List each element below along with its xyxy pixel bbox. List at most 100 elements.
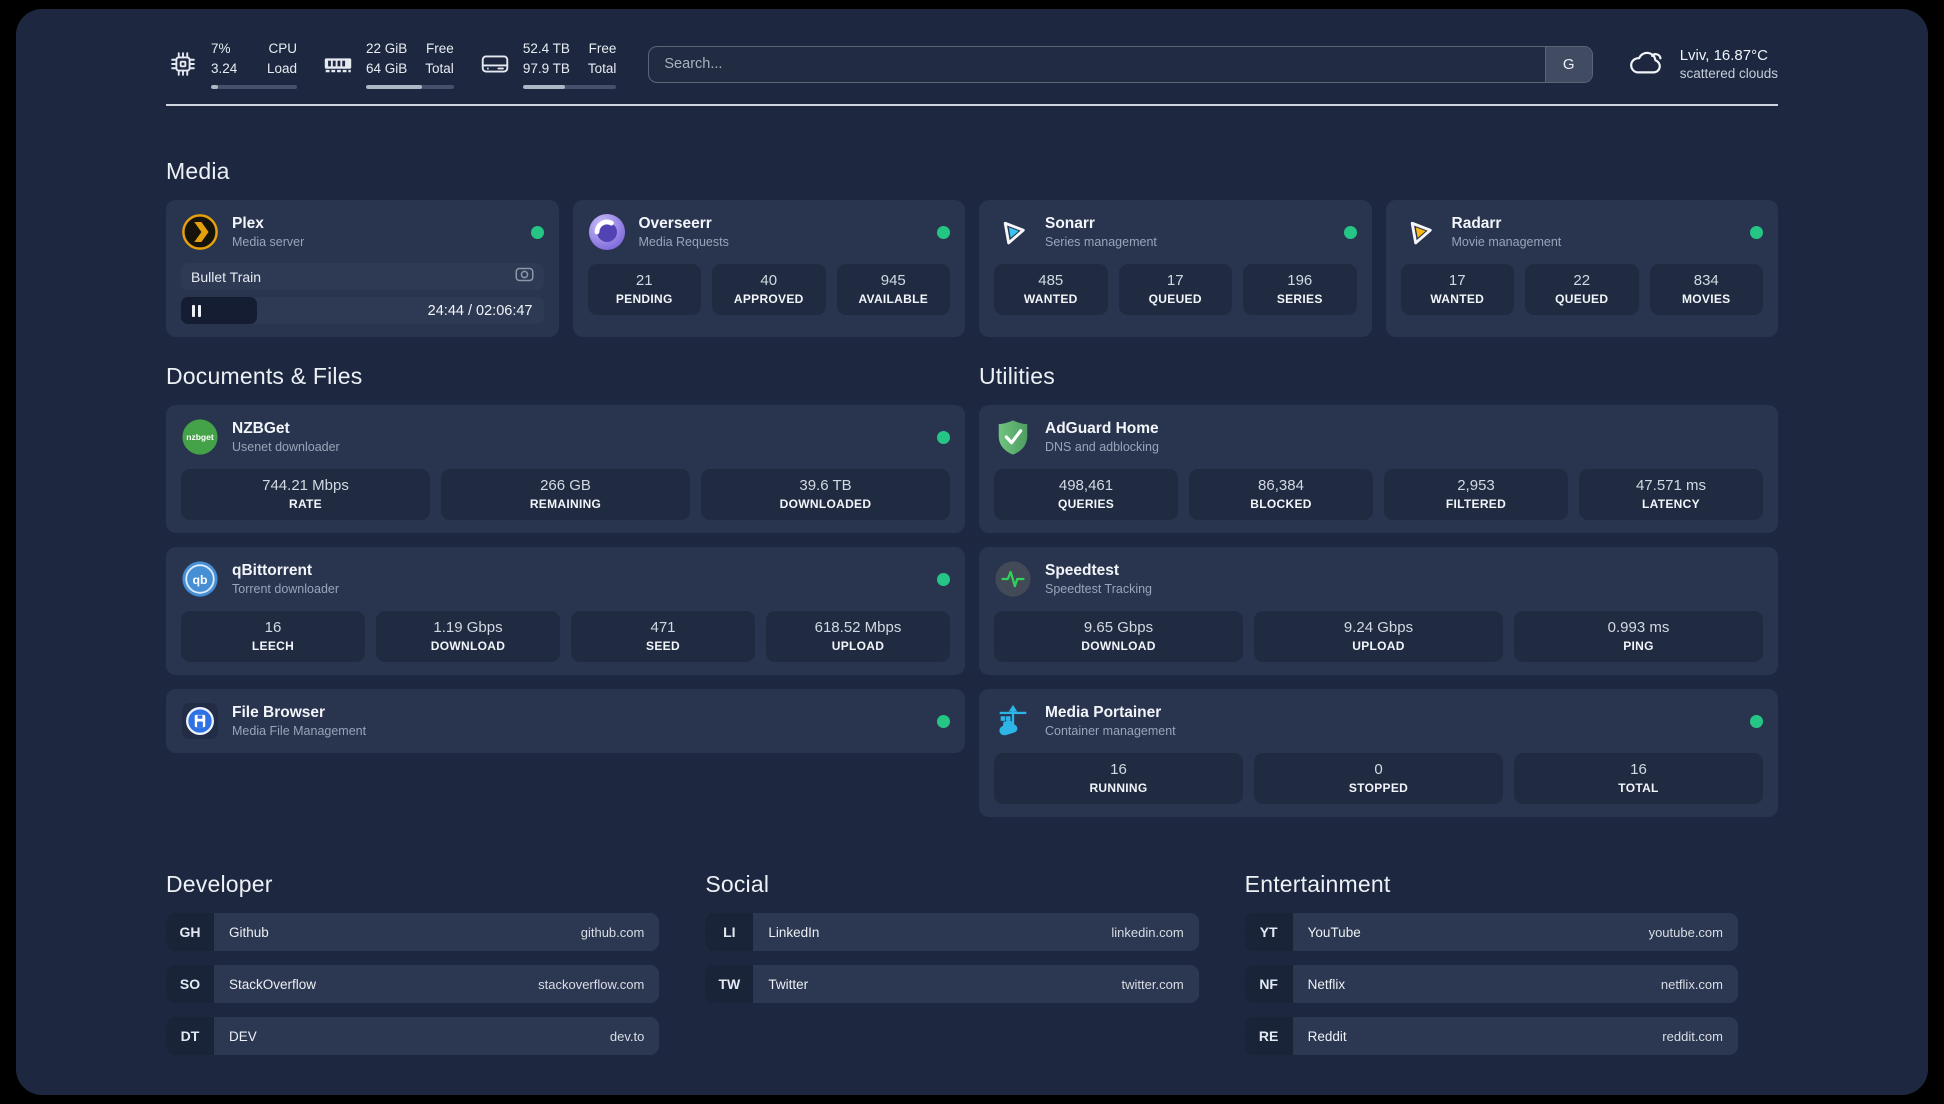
stat-value: 9.24 Gbps <box>1343 619 1414 636</box>
link-name: StackOverflow <box>229 976 317 992</box>
app-card-adguard[interactable]: AdGuard Home DNS and adblocking 498,461 … <box>979 405 1778 533</box>
topbar: 7% 3.24 CPU Load 22 GiB 64 GiB Free Tota… <box>166 39 1778 89</box>
filebrowser-icon <box>181 702 219 740</box>
app-card-radarr[interactable]: Radarr Movie management 17 WANTED 22 QUE… <box>1385 200 1778 337</box>
app-title: Speedtest <box>1045 562 1120 579</box>
link-reddit[interactable]: RE Reddit reddit.com <box>1244 1017 1738 1055</box>
stat-box: 196 SERIES <box>1243 264 1357 315</box>
link-stackoverflow[interactable]: SO StackOverflow stackoverflow.com <box>166 965 660 1003</box>
stat-box: 17 QUEUED <box>1118 264 1232 315</box>
stat-value: 744.21 Mbps <box>262 477 349 494</box>
memory-free-value: 22 GiB <box>366 41 408 56</box>
system-metrics: 7% 3.24 CPU Load 22 GiB 64 GiB Free Tota… <box>166 39 617 89</box>
stat-label: MOVIES <box>1682 292 1731 306</box>
sonarr-icon <box>994 213 1032 251</box>
link-netflix[interactable]: NF Netflix netflix.com <box>1244 965 1738 1003</box>
search-engine-button[interactable]: G <box>1544 46 1592 82</box>
app-card-qbittorrent[interactable]: qb qBittorrent Torrent downloader 16 LEE… <box>166 547 965 675</box>
stat-value: 196 <box>1287 272 1313 289</box>
status-dot <box>1343 225 1357 239</box>
app-card-speedtest[interactable]: Speedtest Speedtest Tracking 9.65 Gbps D… <box>979 547 1778 675</box>
stat-label: QUEUED <box>1148 292 1202 306</box>
stat-label: REMAINING <box>529 497 602 511</box>
section-title-developer: Developer <box>166 871 273 897</box>
disk-icon <box>478 47 512 81</box>
stat-value: 86,384 <box>1258 477 1304 494</box>
link-url: youtube.com <box>1648 924 1723 940</box>
stat-label: UPLOAD <box>1352 639 1405 653</box>
stat-box: 834 MOVIES <box>1649 264 1763 315</box>
stat-label: AVAILABLE <box>858 292 929 306</box>
memory-progressbar <box>366 84 454 89</box>
stat-label: DOWNLOAD <box>1081 639 1156 653</box>
memory-icon <box>321 47 355 81</box>
link-twitter[interactable]: TW Twitter twitter.com <box>705 965 1199 1003</box>
stat-label: QUERIES <box>1057 497 1115 511</box>
cpu-icon <box>166 47 200 81</box>
stat-label: PING <box>1623 639 1654 653</box>
stat-value: 2,953 <box>1457 477 1495 494</box>
app-card-sonarr[interactable]: Sonarr Series management 485 WANTED 17 Q… <box>979 200 1372 337</box>
pause-button[interactable] <box>192 304 201 317</box>
stat-label: DOWNLOAD <box>430 639 506 653</box>
app-card-overseerr[interactable]: Overseerr Media Requests 21 PENDING 40 A… <box>572 200 965 337</box>
stat-box: 0 STOPPED <box>1254 753 1503 804</box>
app-subtitle: Series management <box>1045 235 1157 249</box>
section-title-entertainment: Entertainment <box>1244 871 1391 897</box>
status-dot <box>937 714 950 728</box>
link-tag: NF <box>1244 965 1293 1003</box>
app-card-plex[interactable]: Plex Media server Bullet Train 24:44 / 0… <box>166 200 559 337</box>
radarr-icon <box>1401 213 1439 251</box>
stat-value: 1.19 Gbps <box>433 619 503 636</box>
app-card-nzbget[interactable]: nzbget NZBGet Usenet downloader 744.21 M… <box>166 405 965 533</box>
playback-time: 24:44 / 02:06:47 <box>427 302 533 319</box>
link-url: github.com <box>580 924 645 940</box>
stat-label: BLOCKED <box>1250 497 1312 511</box>
playback-progressbar[interactable]: 24:44 / 02:06:47 <box>181 297 544 324</box>
stat-value: 834 <box>1693 272 1719 289</box>
stat-box: 21 PENDING <box>587 264 701 315</box>
disk-progressbar <box>522 84 617 89</box>
search-input[interactable] <box>649 46 1545 82</box>
stat-value: 9.65 Gbps <box>1083 619 1154 636</box>
link-url: linkedin.com <box>1111 924 1184 940</box>
stat-box: 498,461 QUERIES <box>994 469 1178 520</box>
cpu-load-value: 3.24 <box>211 61 238 77</box>
link-tag: SO <box>166 965 214 1003</box>
app-card-portainer[interactable]: Media Portainer Container management 16 … <box>979 689 1778 817</box>
app-card-filebrowser[interactable]: File Browser Media File Management <box>166 689 965 753</box>
stat-label: RUNNING <box>1089 781 1148 795</box>
stat-box: 9.65 Gbps DOWNLOAD <box>994 611 1243 662</box>
link-linkedin[interactable]: LI LinkedIn linkedin.com <box>705 913 1199 951</box>
topbar-divider <box>166 104 1778 106</box>
portainer-icon <box>994 702 1032 740</box>
app-subtitle: Torrent downloader <box>232 582 340 596</box>
link-github[interactable]: GH Github github.com <box>166 913 660 951</box>
weather-widget: Lviv, 16.87°C scattered clouds <box>1625 45 1778 84</box>
section-title-media: Media <box>166 158 230 184</box>
cpu-progressbar <box>211 84 297 89</box>
stat-box: 1.19 Gbps DOWNLOAD <box>376 611 560 662</box>
stat-box: 16 RUNNING <box>994 753 1243 804</box>
stat-value: 266 GB <box>540 477 591 494</box>
link-url: netflix.com <box>1660 976 1723 992</box>
stat-box: 2,953 FILTERED <box>1384 469 1568 520</box>
link-name: YouTube <box>1307 924 1361 940</box>
stat-box: 471 SEED <box>571 611 755 662</box>
stat-label: LATENCY <box>1642 497 1700 511</box>
app-subtitle: Media server <box>232 235 305 249</box>
app-title: Radarr <box>1451 215 1502 232</box>
stat-label: FILTERED <box>1445 497 1507 511</box>
link-name: LinkedIn <box>768 924 820 940</box>
stat-value: 22 <box>1573 272 1591 289</box>
section-title-social: Social <box>705 871 770 897</box>
stat-label: RATE <box>289 497 322 511</box>
stat-value: 485 <box>1038 272 1064 289</box>
stat-value: 471 <box>650 619 676 636</box>
plex-icon <box>181 213 219 251</box>
link-youtube[interactable]: YT YouTube youtube.com <box>1244 913 1738 951</box>
link-tag: YT <box>1244 913 1293 951</box>
link-dev[interactable]: DT DEV dev.to <box>166 1017 660 1055</box>
links-column-social: Social LI LinkedIn linkedin.com TW Twitt… <box>705 871 1199 1069</box>
stat-label: SERIES <box>1276 292 1323 306</box>
